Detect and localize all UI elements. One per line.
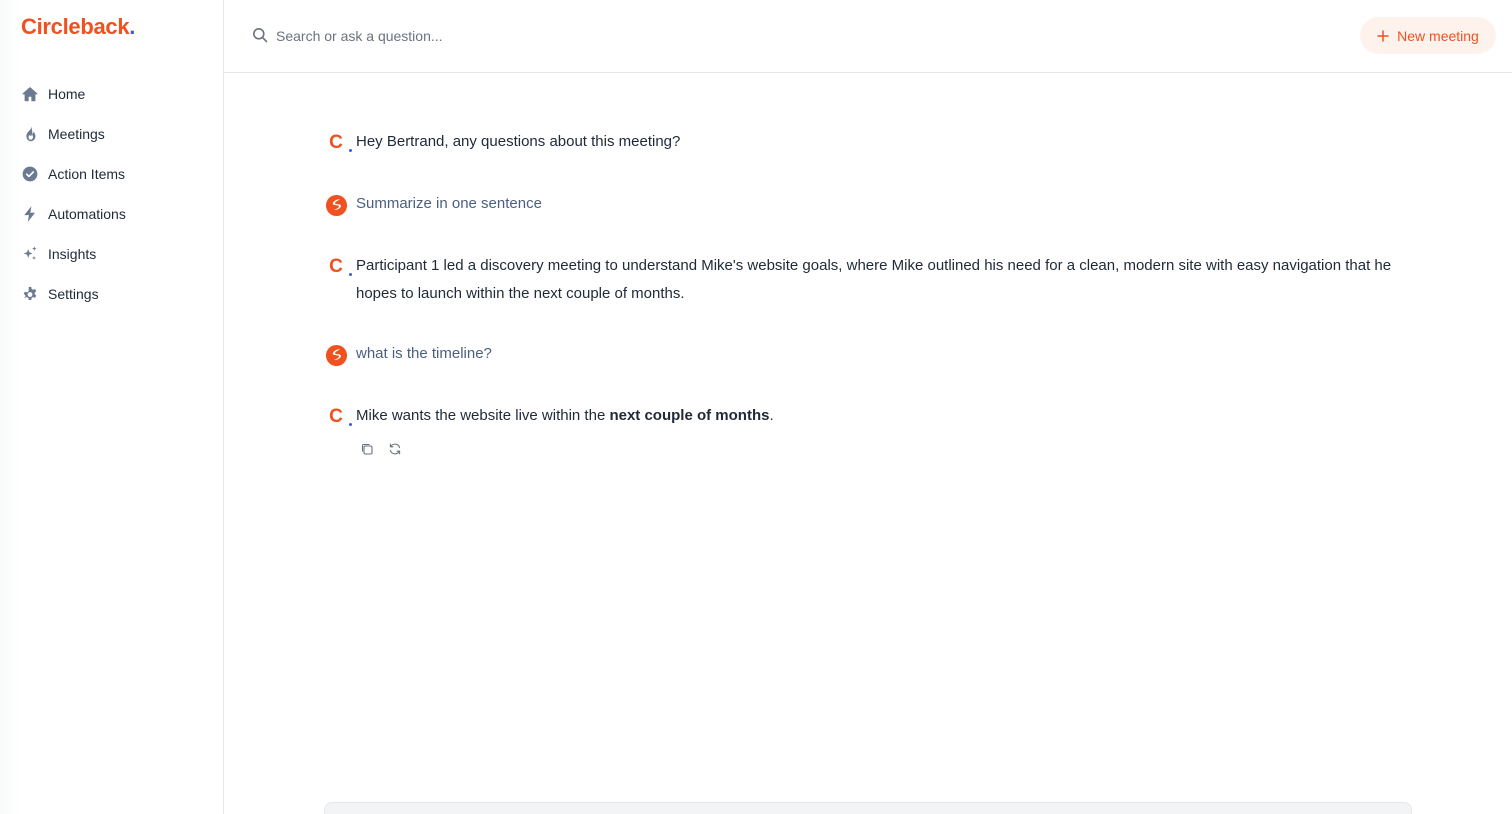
sidebar-item-label: Automations [48, 206, 126, 222]
sparkles-icon [21, 245, 39, 263]
sidebar-item-label: Home [48, 86, 86, 102]
home-icon [21, 85, 39, 103]
circleback-avatar-icon: C [324, 402, 352, 432]
chat-message-assistant: C Hey Bertrand, any questions about this… [324, 128, 1414, 158]
new-meeting-button[interactable]: New meeting [1360, 17, 1496, 54]
message-actions [360, 442, 1414, 456]
message-text-part: Mike wants the website live within the [356, 407, 610, 424]
chat-message-user: Summarize in one sentence [324, 190, 1414, 220]
message-text: Summarize in one sentence [356, 195, 542, 212]
refresh-icon[interactable] [388, 442, 402, 456]
user-avatar-icon [324, 190, 348, 220]
chat-composer[interactable] [324, 802, 1412, 814]
sidebar-item-meetings[interactable]: Meetings [0, 114, 223, 154]
plus-icon [1377, 29, 1389, 42]
sidebar-item-automations[interactable]: Automations [0, 194, 223, 234]
app-logo[interactable]: Circleback. [21, 14, 135, 40]
sidebar-item-label: Action Items [48, 166, 126, 182]
sidebar-item-label: Insights [48, 246, 97, 262]
chat-thread: C Hey Bertrand, any questions about this… [324, 128, 1414, 456]
sidebar: Circleback. Home Meetings Action Items A… [0, 0, 224, 814]
check-circle-icon [21, 165, 39, 183]
sidebar-item-home[interactable]: Home [0, 74, 223, 114]
topbar: New meeting [224, 0, 1512, 73]
gear-icon [21, 285, 39, 303]
logo-dot: . [129, 14, 136, 39]
message-text: Mike wants the website live within the n… [356, 402, 774, 430]
chat-message-assistant: C Mike wants the website live within the… [324, 402, 1414, 432]
flame-icon [21, 125, 39, 143]
message-text-bold: next couple of months [609, 407, 770, 424]
chat-message-user: what is the timeline? [324, 340, 1414, 370]
sidebar-item-action-items[interactable]: Action Items [0, 154, 223, 194]
bolt-icon [21, 205, 39, 223]
sidebar-item-label: Settings [48, 286, 99, 302]
search-input[interactable] [276, 24, 876, 48]
sidebar-item-settings[interactable]: Settings [0, 274, 223, 314]
circleback-avatar-icon: C [324, 128, 352, 158]
chat-message-assistant: C Participant 1 led a discovery meeting … [324, 252, 1414, 308]
sidebar-nav: Home Meetings Action Items Automations I… [0, 74, 223, 314]
search-icon [252, 27, 268, 43]
sidebar-item-insights[interactable]: Insights [0, 234, 223, 274]
sidebar-item-label: Meetings [48, 126, 105, 142]
message-text: Participant 1 led a discovery meeting to… [356, 257, 1392, 302]
user-avatar-icon [324, 340, 348, 370]
logo-text: Circleback [21, 14, 130, 39]
circleback-avatar-icon: C [324, 252, 352, 282]
message-text-part: . [769, 407, 774, 424]
message-text: Hey Bertrand, any questions about this m… [356, 133, 681, 150]
message-text: what is the timeline? [356, 345, 492, 362]
new-meeting-label: New meeting [1397, 27, 1479, 44]
copy-icon[interactable] [360, 442, 374, 456]
